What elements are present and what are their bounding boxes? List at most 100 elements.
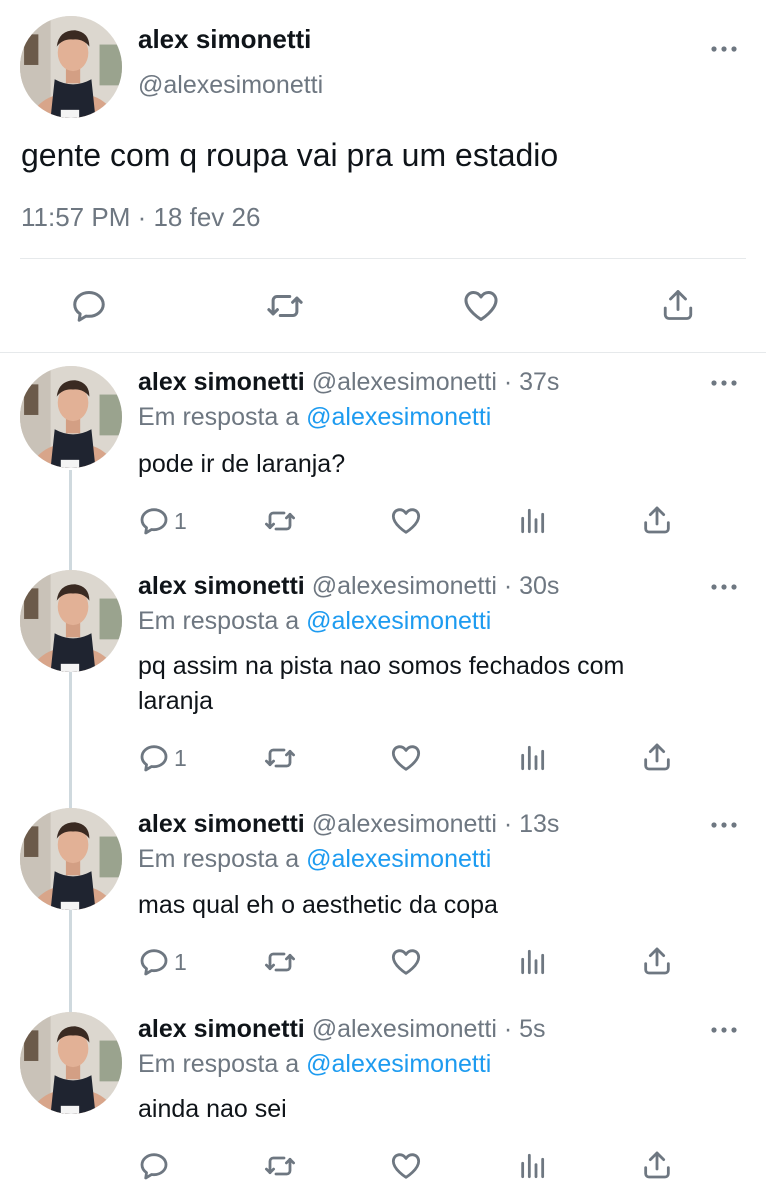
reply-text: pode ir de laranja? (138, 450, 346, 478)
reply-header: alex simonetti @alexesimonetti · 5s (138, 1015, 546, 1044)
reply-header: alex simonetti @alexesimonetti · 37s (138, 368, 559, 397)
replying-to-label: Em resposta a (138, 607, 300, 635)
retweet-button[interactable] (265, 287, 305, 325)
reply-text: mas qual eh o aesthetic da copa (138, 891, 498, 919)
timestamp[interactable]: · 30s (504, 572, 560, 600)
retweet-button[interactable] (263, 1150, 297, 1182)
more-dots-icon[interactable] (710, 582, 738, 592)
mention-link[interactable]: @alexesimonetti (306, 1050, 491, 1078)
more-dots-icon[interactable] (710, 1025, 738, 1035)
retweet-arrows-icon (263, 505, 297, 537)
heart-icon (389, 505, 423, 537)
display-name[interactable]: alex simonetti (138, 24, 311, 55)
avatar[interactable] (20, 16, 122, 118)
reply-count: 1 (174, 507, 187, 534)
mention-link[interactable]: @alexesimonetti (306, 607, 491, 635)
more-dots-icon[interactable] (710, 820, 738, 830)
retweet-button[interactable] (263, 742, 297, 774)
speech-bubble-icon (138, 742, 170, 774)
reply-button[interactable] (138, 1150, 170, 1182)
replying-to-label: Em resposta a (138, 1050, 300, 1078)
bar-chart-icon (516, 742, 548, 774)
share-upload-icon (641, 945, 673, 977)
share-button[interactable] (641, 1149, 673, 1181)
speech-bubble-icon (138, 1150, 170, 1182)
replying-to: Em resposta a @alexesimonetti (138, 403, 491, 432)
reply-header: alex simonetti @alexesimonetti · 30s (138, 572, 559, 601)
timestamp[interactable]: · 37s (504, 368, 560, 396)
replying-to: Em resposta a @alexesimonetti (138, 845, 491, 874)
retweet-arrows-icon (263, 1150, 297, 1182)
share-upload-icon (641, 741, 673, 773)
reply-text: ainda nao sei (138, 1095, 287, 1123)
mention-link[interactable]: @alexesimonetti (306, 403, 491, 431)
speech-bubble-icon (138, 505, 170, 537)
replying-to-label: Em resposta a (138, 845, 300, 873)
share-upload-icon (641, 1149, 673, 1181)
section-divider (0, 352, 766, 353)
retweet-button[interactable] (263, 505, 297, 537)
analytics-button[interactable] (516, 742, 548, 774)
handle[interactable]: @alexesimonetti (312, 572, 497, 600)
retweet-arrows-icon (265, 287, 305, 325)
analytics-button[interactable] (516, 946, 548, 978)
replying-to: Em resposta a @alexesimonetti (138, 607, 491, 636)
more-dots-icon[interactable] (710, 44, 738, 54)
retweet-button[interactable] (263, 946, 297, 978)
analytics-button[interactable] (516, 505, 548, 537)
display-name[interactable]: alex simonetti (138, 368, 305, 396)
like-button[interactable] (389, 946, 423, 978)
tweet-text: gente com q roupa vai pra um estadio (21, 137, 559, 173)
divider (20, 258, 746, 259)
handle[interactable]: @alexesimonetti (312, 368, 497, 396)
reply-count: 1 (174, 948, 187, 975)
like-button[interactable] (389, 505, 423, 537)
share-upload-icon (660, 286, 696, 324)
replying-to-label: Em resposta a (138, 403, 300, 431)
analytics-button[interactable] (516, 1150, 548, 1182)
avatar[interactable] (20, 366, 122, 468)
reply-text: pq assim na pista nao somos fechados com (138, 652, 625, 680)
share-button[interactable] (641, 504, 673, 536)
reply-button[interactable]: 1 (138, 946, 187, 978)
thread-line (69, 672, 72, 808)
like-button[interactable] (389, 742, 423, 774)
thread-line (69, 470, 72, 570)
display-name[interactable]: alex simonetti (138, 1015, 305, 1043)
share-button[interactable] (641, 741, 673, 773)
heart-icon (461, 287, 501, 325)
display-name[interactable]: alex simonetti (138, 810, 305, 838)
heart-icon (389, 742, 423, 774)
reply-button[interactable]: 1 (138, 505, 187, 537)
reply-count: 1 (174, 744, 187, 771)
avatar[interactable] (20, 808, 122, 910)
share-button[interactable] (660, 286, 696, 324)
avatar[interactable] (20, 1012, 122, 1114)
reply-button[interactable] (70, 287, 108, 325)
speech-bubble-icon (70, 287, 108, 325)
timestamp[interactable]: · 5s (504, 1015, 546, 1043)
reply-text: laranja (138, 687, 214, 715)
reply-header: alex simonetti @alexesimonetti · 13s (138, 810, 559, 839)
timestamp[interactable]: · 13s (504, 810, 560, 838)
bar-chart-icon (516, 505, 548, 537)
bar-chart-icon (516, 1150, 548, 1182)
like-button[interactable] (461, 287, 501, 325)
share-upload-icon (641, 504, 673, 536)
tweet-timestamp[interactable]: 11:57 PM · 18 fev 26 (21, 202, 260, 233)
handle[interactable]: @alexesimonetti (312, 810, 497, 838)
retweet-arrows-icon (263, 946, 297, 978)
avatar[interactable] (20, 570, 122, 672)
handle[interactable]: @alexesimonetti (138, 71, 323, 100)
more-dots-icon[interactable] (710, 378, 738, 388)
thread-line (69, 910, 72, 1012)
like-button[interactable] (389, 1150, 423, 1182)
share-button[interactable] (641, 945, 673, 977)
heart-icon (389, 946, 423, 978)
handle[interactable]: @alexesimonetti (312, 1015, 497, 1043)
heart-icon (389, 1150, 423, 1182)
replying-to: Em resposta a @alexesimonetti (138, 1050, 491, 1079)
display-name[interactable]: alex simonetti (138, 572, 305, 600)
reply-button[interactable]: 1 (138, 742, 187, 774)
mention-link[interactable]: @alexesimonetti (306, 845, 491, 873)
